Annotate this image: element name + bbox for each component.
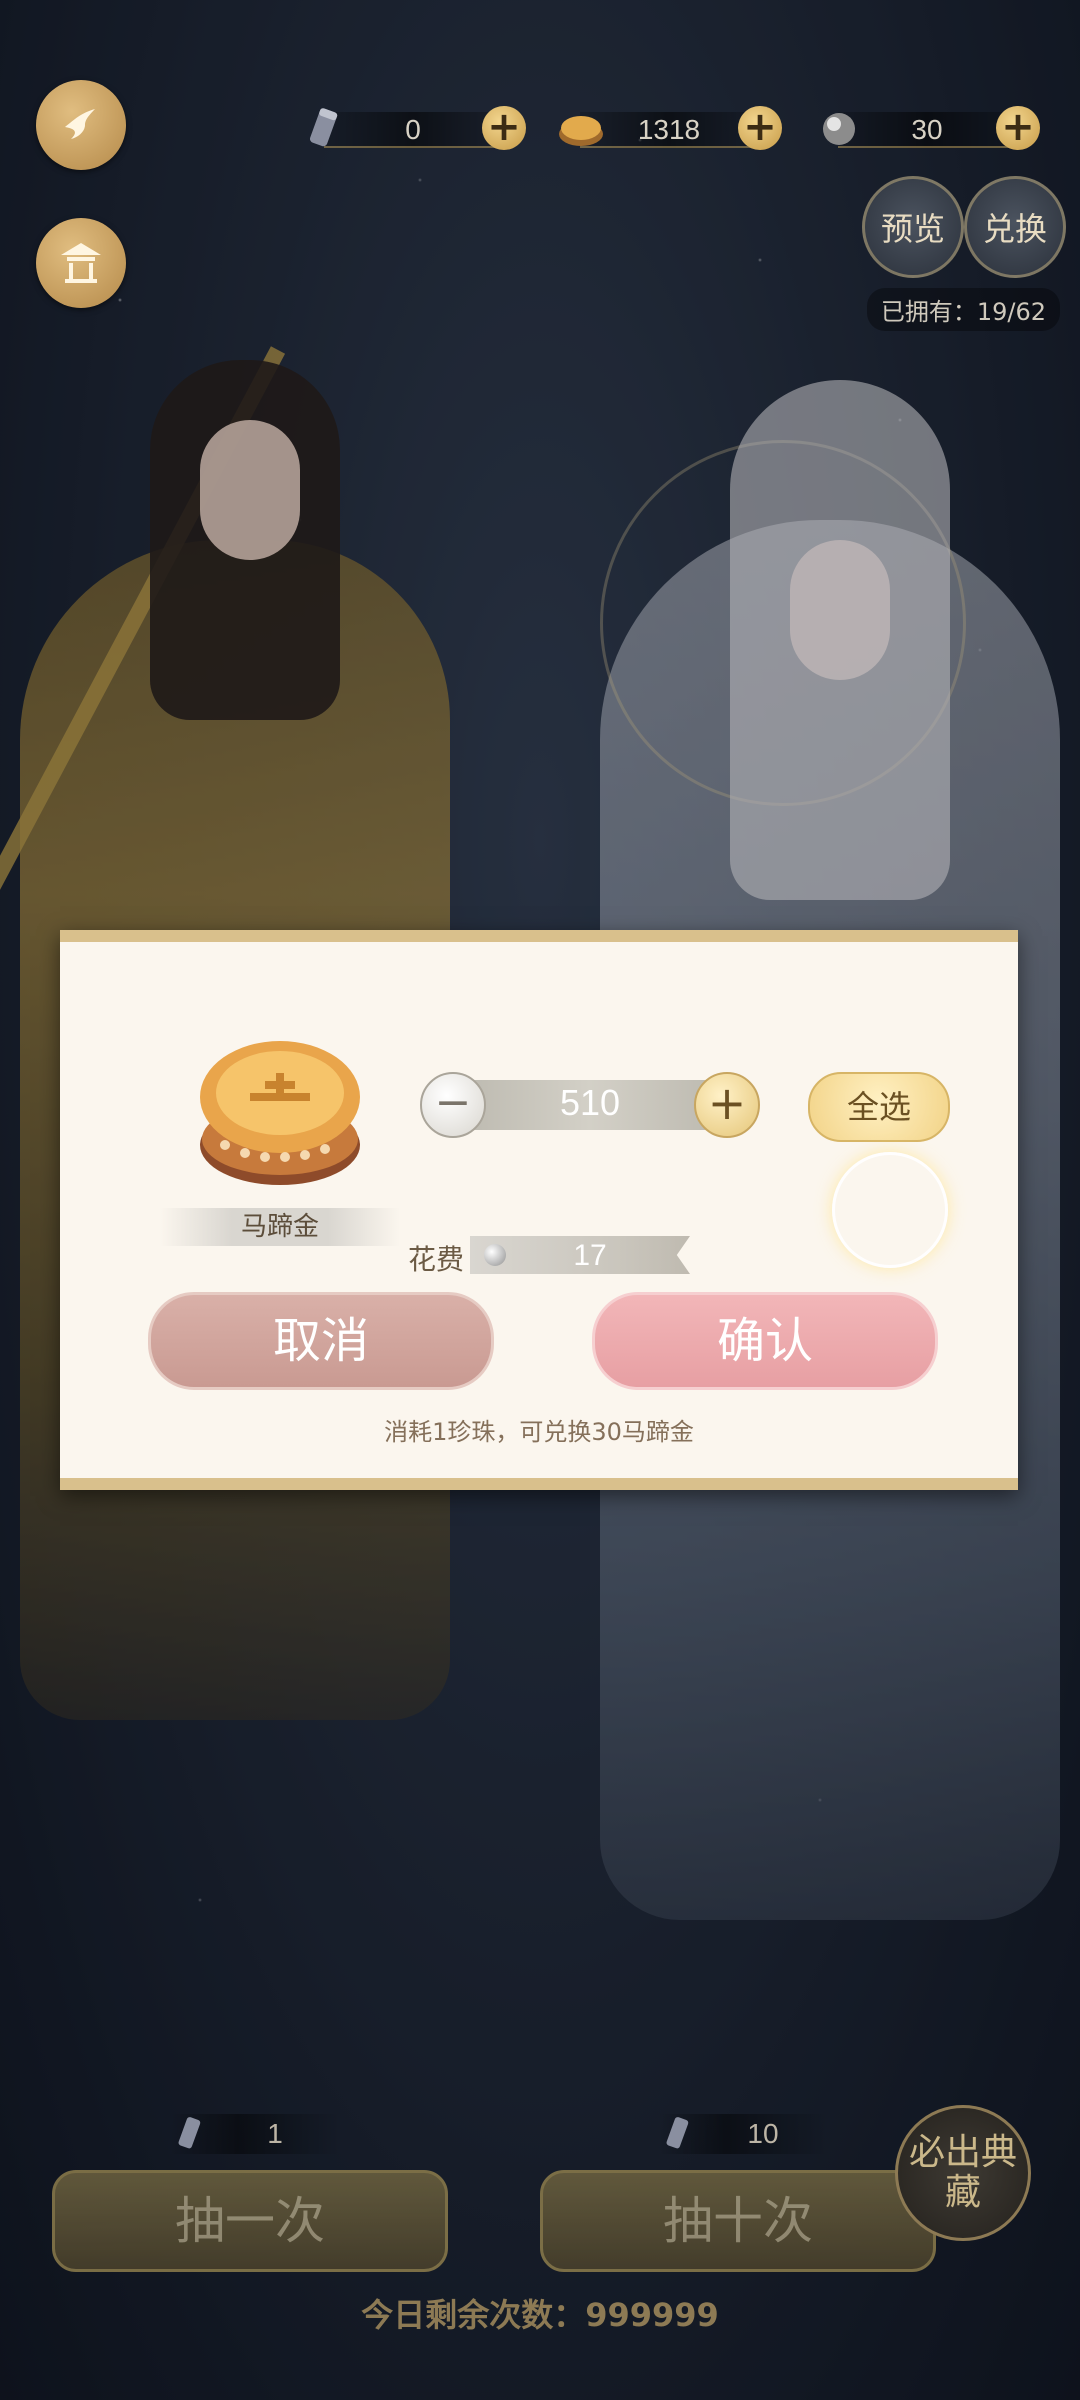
owned-counter: 已拥有：19/62 bbox=[866, 288, 1060, 331]
horseshoe-gold-icon bbox=[200, 1041, 360, 1185]
quantity-value: 510 bbox=[559, 1082, 621, 1123]
bird-icon bbox=[65, 109, 95, 139]
resource-scroll: 0 + bbox=[300, 104, 526, 152]
sparkle-ring bbox=[832, 1152, 948, 1268]
guaranteed-seal: 必出典藏 bbox=[895, 2105, 1031, 2241]
horseshoe-gold-icon bbox=[559, 116, 603, 146]
quantity-stepper: 510 − + bbox=[420, 1072, 760, 1138]
single-draw-cost: 1 bbox=[170, 2114, 340, 2154]
cost-display: 17 bbox=[470, 1236, 690, 1274]
add-gold-button[interactable]: + bbox=[738, 106, 782, 150]
resource-horseshoe-gold: 1318 + bbox=[556, 104, 782, 152]
pavilion-icon bbox=[61, 243, 101, 283]
exchange-tip: 消耗1珍珠，可兑换30马蹄金 bbox=[384, 1418, 694, 1446]
ten-draw-cost: 10 bbox=[658, 2114, 828, 2154]
remaining-draws: 今日剩余次数：999999 bbox=[361, 2296, 719, 2334]
scroll-icon bbox=[178, 2117, 201, 2149]
increase-button[interactable]: + bbox=[694, 1072, 760, 1138]
draw-once-button[interactable]: 抽一次 bbox=[52, 2170, 448, 2272]
preview-button[interactable]: 预览 bbox=[862, 176, 964, 278]
add-pearl-button[interactable]: + bbox=[996, 106, 1040, 150]
pearl-icon bbox=[484, 1244, 506, 1266]
home-button[interactable] bbox=[36, 218, 126, 308]
scroll-count: 0 bbox=[405, 114, 421, 145]
back-button[interactable] bbox=[36, 80, 126, 170]
pearl-icon bbox=[823, 113, 855, 145]
cost-value: 17 bbox=[573, 1239, 607, 1272]
confirm-button[interactable]: 确认 bbox=[592, 1292, 938, 1390]
draw-ten-button[interactable]: 抽十次 bbox=[540, 2170, 936, 2272]
single-draw-count: 1 bbox=[267, 2118, 283, 2149]
gold-count: 1318 bbox=[637, 114, 701, 145]
cost-label: 花费 bbox=[408, 1243, 465, 1276]
decrease-button[interactable]: − bbox=[420, 1072, 486, 1138]
ten-draw-count: 10 bbox=[747, 2118, 779, 2149]
add-scroll-button[interactable]: + bbox=[482, 106, 526, 150]
item-name: 马蹄金 bbox=[160, 1208, 400, 1246]
cancel-button[interactable]: 取消 bbox=[148, 1292, 494, 1390]
scroll-icon bbox=[666, 2117, 689, 2149]
select-all-button[interactable]: 全选 bbox=[808, 1072, 950, 1142]
resource-pearl: 30 + bbox=[814, 104, 1040, 152]
exchange-button[interactable]: 兑换 bbox=[964, 176, 1066, 278]
exchange-dialog: 马蹄金 510 − + 全选 花费 17 取消 确认 消耗1珍珠，可兑换30马蹄… bbox=[60, 930, 1018, 1490]
scroll-icon bbox=[309, 108, 338, 147]
pearl-count: 30 bbox=[911, 114, 943, 145]
